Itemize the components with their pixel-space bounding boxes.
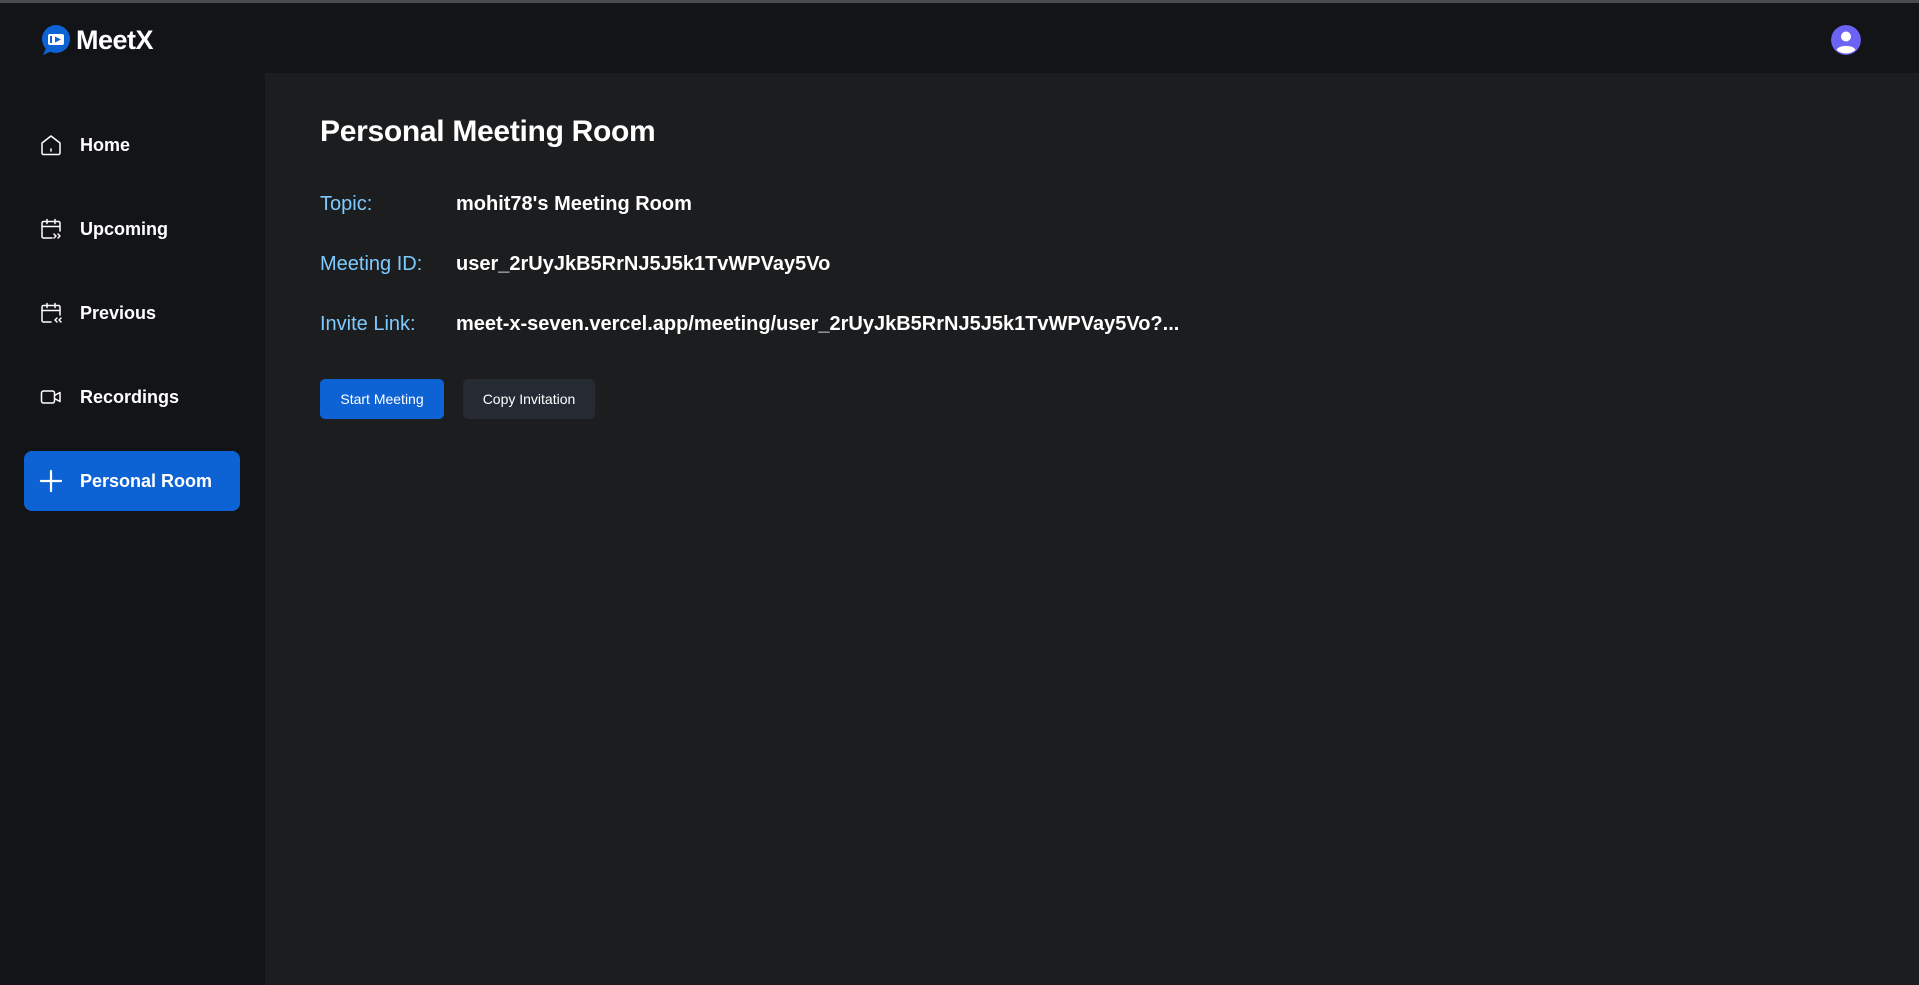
sidebar-item-previous[interactable]: Previous: [24, 283, 240, 343]
info-label: Meeting ID:: [320, 252, 423, 275]
meetx-logo-icon: [42, 25, 70, 55]
sidebar-item-recordings[interactable]: Recordings: [24, 367, 240, 427]
info-value: user_2rUyJkB5RrNJ5J5k1TvWPVay5Vo: [456, 252, 831, 275]
info-label: Topic:: [320, 192, 373, 215]
top-navbar: MeetX: [0, 3, 1919, 73]
brand-link[interactable]: MeetX: [40, 22, 154, 58]
sidebar: Home Upcoming Previous Recordings Person…: [0, 73, 265, 985]
sidebar-item-label: Personal Room: [80, 470, 213, 491]
copy-invitation-button[interactable]: Copy Invitation: [463, 379, 595, 419]
user-avatar-icon: [1831, 25, 1861, 55]
sidebar-item-label: Previous: [80, 302, 157, 323]
calendar-upcoming-icon: [38, 216, 64, 242]
calendar-previous-icon: [38, 300, 64, 326]
info-label: Invite Link:: [320, 312, 416, 335]
sidebar-item-label: Home: [80, 134, 131, 155]
info-row-meeting-id: Meeting ID: user_2rUyJkB5RrNJ5J5k1TvWPVa…: [320, 249, 830, 279]
info-value: mohit78's Meeting Room: [456, 192, 692, 215]
sidebar-item-label: Upcoming: [80, 218, 168, 239]
video-camera-icon: [38, 384, 64, 410]
info-row-invite-link: Invite Link: meet-x-seven.vercel.app/mee…: [320, 309, 1179, 339]
plus-icon: [38, 468, 64, 494]
sidebar-item-personal-room[interactable]: Personal Room: [24, 451, 240, 511]
start-meeting-button[interactable]: Start Meeting: [320, 379, 444, 419]
main-content: Personal Meeting Room Topic: mohit78's M…: [265, 73, 1919, 985]
user-avatar-button[interactable]: [1831, 25, 1861, 55]
home-icon: [38, 132, 64, 158]
info-value: meet-x-seven.vercel.app/meeting/user_2rU…: [456, 312, 1180, 335]
brand-name: MeetX: [76, 24, 154, 55]
page-title: Personal Meeting Room: [320, 115, 656, 148]
sidebar-item-home[interactable]: Home: [24, 115, 240, 175]
info-row-topic: Topic: mohit78's Meeting Room: [320, 189, 692, 219]
sidebar-item-upcoming[interactable]: Upcoming: [24, 199, 240, 259]
sidebar-item-label: Recordings: [80, 386, 180, 407]
